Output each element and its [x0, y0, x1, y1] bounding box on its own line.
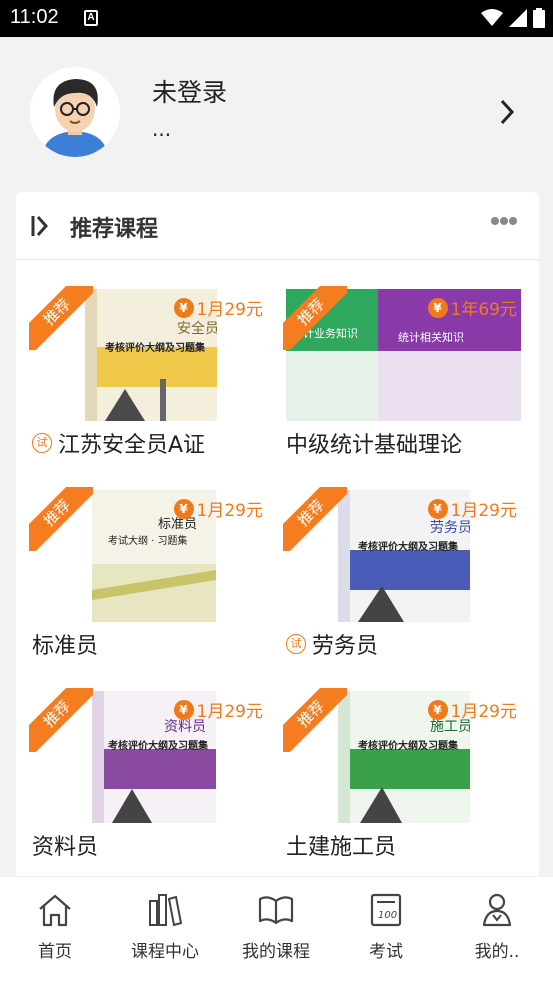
course-name: 土建施工员	[286, 835, 397, 860]
tab-my-courses[interactable]: 我的课程	[221, 891, 331, 962]
recommend-badge: 推荐	[283, 286, 347, 350]
avatar[interactable]	[30, 67, 120, 157]
recommend-badge: 推荐	[29, 286, 93, 350]
yen-icon: ¥	[427, 297, 448, 318]
course-card[interactable]: 资料员 考核评价大纲及习题集 推荐 ¥1月29元 资料员	[29, 688, 267, 881]
tab-home[interactable]: 首页	[0, 891, 110, 962]
battery-icon	[533, 8, 545, 28]
status-bar: 11:02 A	[0, 0, 553, 37]
course-card[interactable]: 劳务员 考核评价大纲及习题集 推荐 ¥1月29元 试劳务员	[283, 487, 521, 680]
recommend-badge: 推荐	[283, 487, 347, 551]
signal-icon	[509, 9, 527, 27]
exam-paper-icon: 100	[370, 893, 402, 927]
tab-exam[interactable]: 100 考试	[331, 891, 441, 962]
cover-subtitle: 考核评价大纲及习题集	[105, 341, 206, 354]
price-tag: ¥1月29元	[173, 295, 263, 320]
wifi-icon	[481, 9, 503, 26]
course-card[interactable]: 施工员 考核评价大纲及习题集 推荐 ¥1月29元 土建施工员	[283, 688, 521, 881]
course-name: 试劳务员	[286, 628, 378, 660]
open-book-icon	[258, 896, 294, 925]
cover-right-title: 统计相关知识	[398, 330, 464, 344]
course-name: 中级统计基础理论	[286, 433, 463, 458]
course-card[interactable]: 安全员 考核评价大纲及习题集 推荐 ¥1月29元 试江苏安全员A证	[29, 286, 267, 479]
yen-icon: ¥	[173, 699, 194, 720]
trial-icon: 试	[32, 433, 52, 453]
yen-icon: ¥	[427, 699, 448, 720]
cover-subtitle: 考试大纲 · 习题集	[108, 534, 188, 547]
notification-icon: A	[84, 10, 98, 26]
cover-title: 劳务员	[430, 520, 470, 536]
recommended-courses-card: 推荐课程 安全员 考核评价大纲及习题集 推荐 ¥1月29元 试江苏安全员A证 统…	[16, 192, 539, 892]
course-name: 标准员	[32, 634, 99, 659]
cover-title: 安全员	[177, 320, 217, 337]
recommend-badge: 推荐	[29, 688, 93, 752]
system-icons	[481, 8, 545, 28]
username: 未登录	[152, 78, 228, 107]
books-icon	[149, 894, 183, 927]
recommend-badge: 推荐	[283, 688, 347, 752]
price-tag: ¥1月29元	[427, 697, 517, 722]
cover-subtitle: 考核评价大纲及习题集	[108, 739, 209, 752]
yen-icon: ¥	[173, 498, 194, 519]
more-icon[interactable]	[491, 216, 517, 226]
price-tag: ¥1年69元	[427, 295, 517, 320]
price-tag: ¥1月29元	[427, 496, 517, 521]
section-marker-icon	[31, 216, 49, 236]
home-icon	[39, 894, 71, 927]
yen-icon: ¥	[427, 498, 448, 519]
course-name: 资料员	[32, 835, 99, 860]
section-title: 推荐课程	[70, 217, 159, 242]
yen-icon: ¥	[173, 297, 194, 318]
tab-course-center[interactable]: 课程中心	[110, 891, 220, 962]
svg-text:100: 100	[378, 910, 397, 921]
price-tag: ¥1月29元	[173, 697, 263, 722]
status-time: 11:02	[10, 6, 59, 28]
recommend-badge: 推荐	[29, 487, 93, 551]
cover-subtitle: 考核评价大纲及习题集	[358, 739, 459, 752]
avatar-illustration	[30, 67, 120, 157]
course-card[interactable]: 标准员 考试大纲 · 习题集 推荐 ¥1月29元 标准员	[29, 487, 267, 680]
price-tag: ¥1月29元	[173, 496, 263, 521]
bottom-tab-bar: 首页 课程中心 我的课程 100 考试 我的..	[0, 876, 553, 984]
trial-icon: 试	[286, 634, 306, 654]
cover-subtitle: 考核评价大纲及习题集	[358, 540, 459, 553]
profile-header[interactable]: 未登录 ...	[0, 37, 553, 187]
section-header: 推荐课程	[16, 192, 539, 260]
course-name: 试江苏安全员A证	[32, 427, 205, 459]
tab-mine[interactable]: 我的..	[442, 891, 552, 962]
chevron-right-icon[interactable]	[499, 99, 515, 125]
user-icon	[482, 893, 512, 927]
course-card[interactable]: 统计业务知识 统计相关知识 推荐 ¥1年69元 中级统计基础理论	[283, 286, 521, 479]
user-subtitle: ...	[152, 117, 172, 141]
